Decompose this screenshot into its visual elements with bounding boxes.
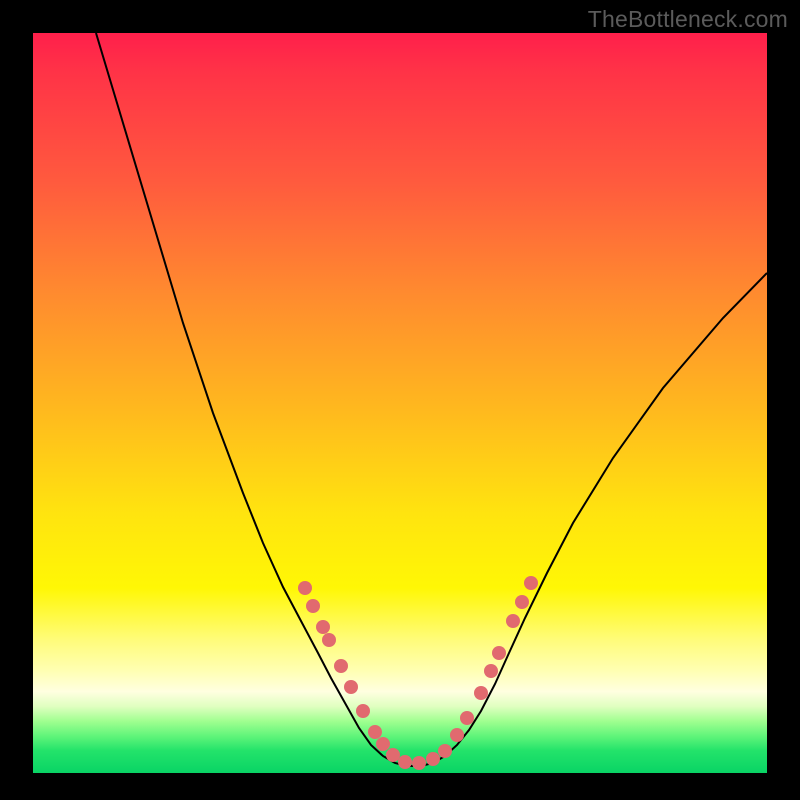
- data-marker: [316, 620, 330, 634]
- bottleneck-curve: [96, 33, 767, 766]
- data-marker: [492, 646, 506, 660]
- data-marker: [344, 680, 358, 694]
- data-marker: [524, 576, 538, 590]
- watermark-text: TheBottleneck.com: [588, 6, 788, 33]
- data-markers: [298, 576, 538, 770]
- data-marker: [376, 737, 390, 751]
- data-marker: [426, 752, 440, 766]
- data-marker: [306, 599, 320, 613]
- data-marker: [460, 711, 474, 725]
- data-marker: [506, 614, 520, 628]
- data-marker: [450, 728, 464, 742]
- data-marker: [474, 686, 488, 700]
- data-marker: [356, 704, 370, 718]
- data-marker: [412, 756, 426, 770]
- data-marker: [386, 748, 400, 762]
- data-marker: [298, 581, 312, 595]
- data-marker: [334, 659, 348, 673]
- chart-svg: [33, 33, 767, 773]
- data-marker: [398, 755, 412, 769]
- data-marker: [515, 595, 529, 609]
- data-marker: [322, 633, 336, 647]
- plot-area: [33, 33, 767, 773]
- chart-frame: TheBottleneck.com: [0, 0, 800, 800]
- data-marker: [368, 725, 382, 739]
- data-marker: [484, 664, 498, 678]
- data-marker: [438, 744, 452, 758]
